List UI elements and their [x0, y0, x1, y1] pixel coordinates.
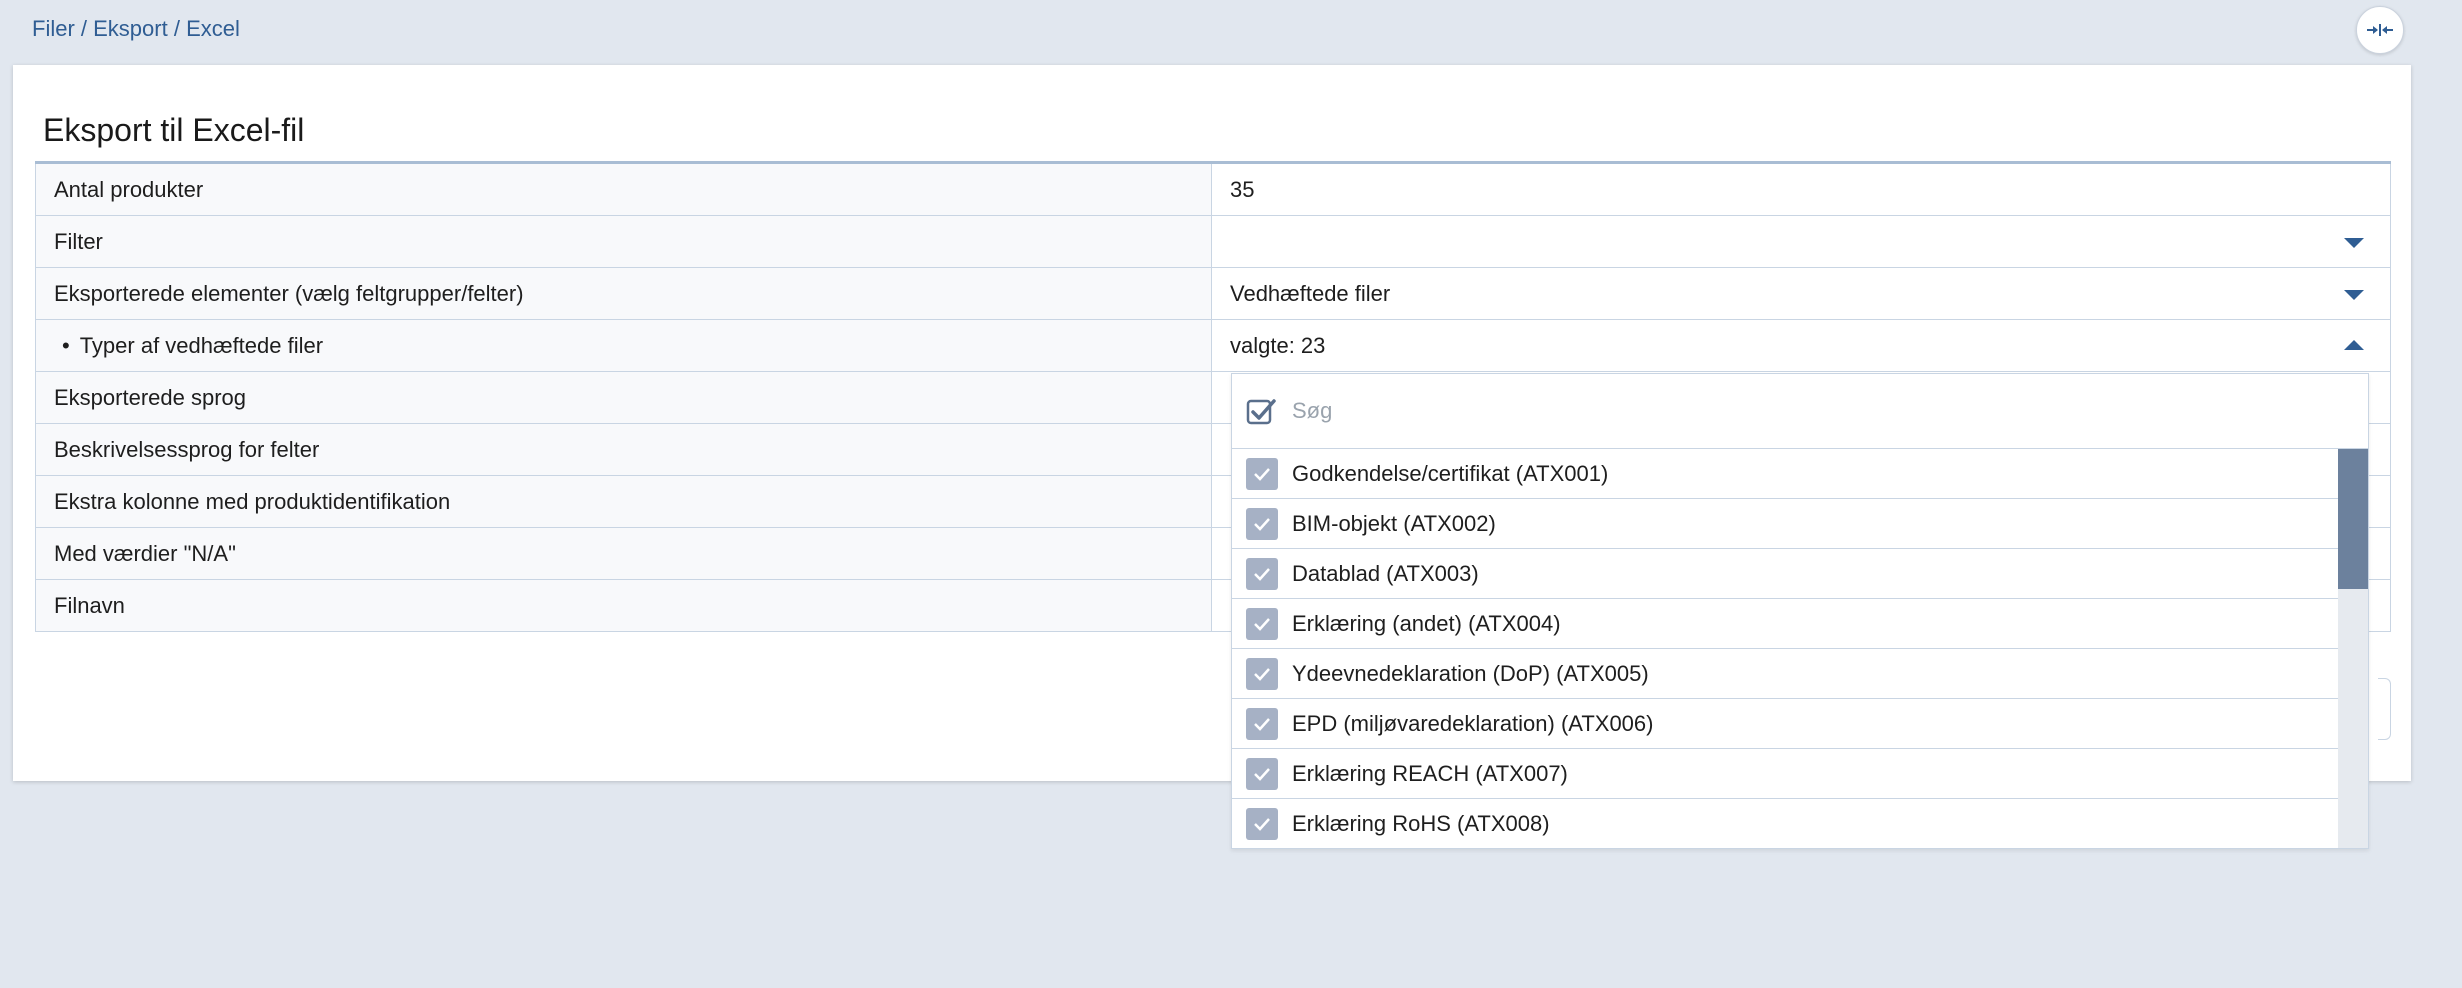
form-row-eksporterede-elementer: Eksporterede elementer (vælg feltgrupper… — [35, 268, 2391, 320]
dropdown-option-atx008[interactable]: Erklæring RoHS (ATX008) — [1232, 799, 2338, 848]
checkbox-checked-icon[interactable] — [1246, 457, 1278, 490]
form-label-text: Typer af vedhæftede filer — [79, 332, 324, 358]
checkbox-checked-icon[interactable] — [1246, 507, 1278, 540]
export-button[interactable] — [2378, 678, 2391, 740]
attachment-types-value: valgte: 23 — [1230, 332, 1326, 358]
form-row-typer-af-vedhaeftede-filer: • Typer af vedhæftede filer valgte: 23 — [35, 320, 2391, 372]
option-label: Erklæring REACH (ATX007) — [1292, 760, 1568, 786]
form-label: Antal produkter — [36, 164, 1212, 215]
bullet: • — [62, 332, 70, 358]
product-count-value: 35 — [1230, 176, 1255, 202]
scrollbar-thumb[interactable] — [2338, 449, 2368, 589]
dropdown-option-atx003[interactable]: Datablad (ATX003) — [1232, 549, 2338, 599]
option-label: Ydeevnedeklaration (DoP) (ATX005) — [1292, 660, 1649, 686]
dropdown-option-atx002[interactable]: BIM-objekt (ATX002) — [1232, 499, 2338, 549]
option-label: Datablad (ATX003) — [1292, 560, 1479, 586]
form-row-filter: Filter — [35, 216, 2391, 268]
dropdown-option-atx005[interactable]: Ydeevnedeklaration (DoP) (ATX005) — [1232, 649, 2338, 699]
form-label: Ekstra kolonne med produktidentifikation — [36, 476, 1212, 527]
filter-select[interactable] — [1212, 216, 2390, 267]
collapse-button[interactable] — [2356, 6, 2404, 54]
chevron-down-icon — [2344, 237, 2364, 248]
checkbox-checked-icon[interactable] — [1246, 557, 1278, 590]
dropdown-scrollbar[interactable] — [2338, 449, 2368, 848]
dropdown-option-atx001[interactable]: Godkendelse/certifikat (ATX001) — [1232, 449, 2338, 499]
page-title: Eksport til Excel-fil — [43, 112, 305, 148]
exported-elements-select[interactable]: Vedhæftede filer — [1212, 268, 2390, 319]
breadcrumb-item-excel[interactable]: Excel — [186, 16, 240, 41]
checkbox-checked-icon[interactable] — [1246, 707, 1278, 740]
select-all-checkbox-icon[interactable] — [1246, 397, 1276, 425]
breadcrumb: Filer / Eksport / Excel — [32, 16, 240, 42]
option-label: Godkendelse/certifikat (ATX001) — [1292, 460, 1609, 486]
checkbox-checked-icon[interactable] — [1246, 607, 1278, 640]
form-label: • Typer af vedhæftede filer — [36, 320, 1212, 371]
dropdown-search-row — [1232, 374, 2368, 449]
exported-elements-value: Vedhæftede filer — [1230, 280, 1391, 306]
form-label: Filnavn — [36, 580, 1212, 631]
breadcrumb-item-filer[interactable]: Filer — [32, 16, 75, 41]
form-label: Eksporterede elementer (vælg feltgrupper… — [36, 268, 1212, 319]
checkbox-checked-icon[interactable] — [1246, 807, 1278, 840]
form-label: Beskrivelsessprog for felter — [36, 424, 1212, 475]
attachment-types-dropdown: Godkendelse/certifikat (ATX001) BIM-obje… — [1231, 373, 2369, 849]
chevron-up-icon — [2344, 339, 2364, 350]
form-label: Med værdier "N/A" — [36, 528, 1212, 579]
breadcrumb-item-eksport[interactable]: Eksport — [93, 16, 168, 41]
option-label: Erklæring RoHS (ATX008) — [1292, 810, 1550, 836]
breadcrumb-separator: / — [167, 16, 187, 41]
dropdown-option-atx007[interactable]: Erklæring REACH (ATX007) — [1232, 749, 2338, 799]
option-label: BIM-objekt (ATX002) — [1292, 510, 1496, 536]
dropdown-search-input[interactable] — [1290, 397, 2194, 425]
dropdown-option-atx004[interactable]: Erklæring (andet) (ATX004) — [1232, 599, 2338, 649]
attachment-types-select[interactable]: valgte: 23 — [1212, 320, 2390, 371]
chevron-down-icon — [2344, 289, 2364, 300]
form-row-antal-produkter: Antal produkter 35 — [35, 164, 2391, 216]
checkbox-checked-icon[interactable] — [1246, 757, 1278, 790]
collapse-arrows-icon — [2367, 24, 2393, 36]
form-label: Eksporterede sprog — [36, 372, 1212, 423]
option-label: EPD (miljøvaredeklaration) (ATX006) — [1292, 710, 1654, 736]
checkbox-checked-icon[interactable] — [1246, 657, 1278, 690]
breadcrumb-separator: / — [74, 16, 94, 41]
option-label: Erklæring (andet) (ATX004) — [1292, 610, 1561, 636]
form-label: Filter — [36, 216, 1212, 267]
dropdown-option-atx006[interactable]: EPD (miljøvaredeklaration) (ATX006) — [1232, 699, 2338, 749]
dropdown-option-list[interactable]: Godkendelse/certifikat (ATX001) BIM-obje… — [1232, 449, 2368, 848]
